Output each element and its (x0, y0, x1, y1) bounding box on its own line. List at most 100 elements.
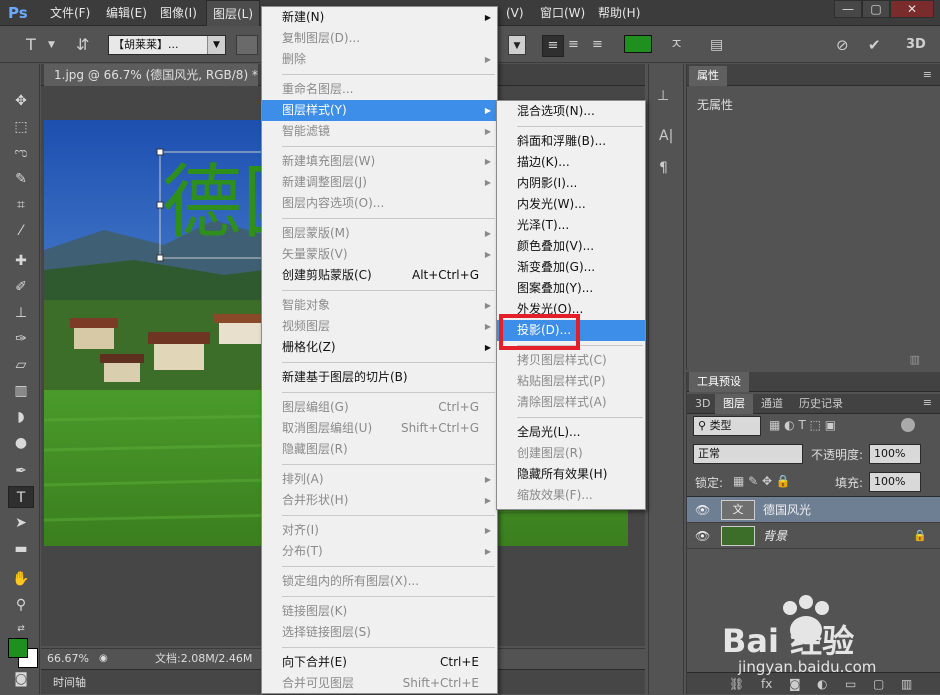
tab-3d[interactable]: 3D (687, 394, 718, 414)
marquee-tool-icon[interactable]: ⬚ (8, 116, 34, 138)
stamp-panel-icon[interactable]: ⊥ (657, 88, 669, 104)
layer-name[interactable]: 德国风光 (763, 497, 811, 523)
zoom-tool-icon[interactable]: ⚲ (8, 594, 34, 616)
tool-preset-chevron-icon[interactable]: ▼ (48, 35, 55, 55)
cancel-icon[interactable]: ⊘ (836, 35, 849, 55)
layer-menu-item[interactable]: 重命名图层... (262, 79, 497, 100)
tab-layers[interactable]: 图层 (715, 394, 753, 414)
tab-channels[interactable]: 通道 (753, 394, 791, 414)
style-menu-item[interactable]: 内阴影(I)... (497, 173, 645, 194)
panel-menu-icon[interactable]: ≡ (923, 396, 932, 409)
layer-filter-select[interactable]: ⚲ 类型 (693, 416, 761, 436)
align-center-icon[interactable]: ≡ (568, 35, 579, 55)
tab-properties[interactable]: 属性 (689, 66, 727, 86)
layer-menu-item[interactable]: 选择链接图层(S) (262, 622, 497, 643)
layer-menu-item[interactable]: 图层蒙版(M) ▶ (262, 223, 497, 244)
panel-menu-icon[interactable]: ≡ (923, 68, 932, 81)
eraser-tool-icon[interactable]: ▱ (8, 354, 34, 376)
style-menu-item[interactable]: 斜面和浮雕(B)... (497, 131, 645, 152)
gradient-tool-icon[interactable]: ▥ (8, 380, 34, 402)
eyedropper-tool-icon[interactable]: ⁄ (8, 220, 34, 242)
3d-mode-icon[interactable]: 3D (906, 35, 926, 55)
crop-tool-icon[interactable]: ⌗ (8, 194, 34, 216)
warp-text-icon[interactable]: ㅈ (670, 35, 683, 55)
layer-menu-item[interactable]: 新建基于图层的切片(B) (262, 367, 497, 388)
eye-icon[interactable]: 👁 (695, 497, 710, 523)
healing-brush-tool-icon[interactable]: ✚ (8, 250, 34, 272)
style-menu-item[interactable]: 混合选项(N)... (497, 101, 645, 122)
style-menu-item[interactable]: 创建图层(R) (497, 443, 645, 464)
blur-tool-icon[interactable]: ◗ (8, 406, 34, 428)
pen-tool-icon[interactable]: ✒ (8, 460, 34, 482)
layer-menu-item[interactable]: 删除 ▶ (262, 49, 497, 70)
layer-menu-item[interactable]: 智能滤镜 ▶ (262, 121, 497, 142)
dodge-tool-icon[interactable]: ● (8, 432, 34, 454)
quick-select-tool-icon[interactable]: ✎ (8, 168, 34, 190)
layer-menu-item[interactable]: 隐藏图层(R) (262, 439, 497, 460)
layer-menu-item[interactable]: 矢量蒙版(V) ▶ (262, 244, 497, 265)
style-menu-item[interactable]: 全局光(L)... (497, 422, 645, 443)
style-menu-item[interactable]: 描边(K)... (497, 152, 645, 173)
clone-stamp-tool-icon[interactable]: ⊥ (8, 302, 34, 324)
maximize-button[interactable]: ▢ (862, 0, 890, 18)
type-tool-icon[interactable]: T (8, 486, 34, 508)
move-tool-icon[interactable]: ✥ (8, 90, 34, 112)
align-right-icon[interactable]: ≡ (592, 35, 603, 55)
font-family-select[interactable]: 【胡莱莱】... ▼ (108, 35, 226, 55)
layer-menu-item[interactable]: 新建(N) ▶ (262, 7, 497, 28)
quick-mask-icon[interactable]: ◙ (8, 668, 34, 690)
rectangle-tool-icon[interactable]: ▬ (8, 538, 34, 560)
tab-tool-presets[interactable]: 工具预设 (689, 372, 749, 392)
layer-menu-item[interactable]: 向下合并(E) Ctrl+E (262, 652, 497, 673)
panels-toggle-icon[interactable]: ▤ (710, 35, 723, 55)
character-panel-icon[interactable]: A| (659, 128, 673, 144)
tab-history[interactable]: 历史记录 (791, 394, 851, 414)
menu-window[interactable]: 窗口(W) (534, 0, 591, 26)
layer-name[interactable]: 背景 (763, 523, 787, 549)
filter-toggle[interactable] (901, 418, 915, 432)
document-tab[interactable]: 1.jpg @ 66.7% (德国风光, RGB/8) *✕ (44, 64, 276, 86)
path-select-tool-icon[interactable]: ➤ (8, 512, 34, 534)
menu-view[interactable]: (V) (500, 0, 530, 26)
layer-menu-item[interactable]: 合并可见图层 Shift+Ctrl+E (262, 673, 497, 693)
style-menu-item[interactable]: 拷贝图层样式(C) (497, 350, 645, 371)
style-menu-item[interactable]: 图案叠加(Y)... (497, 278, 645, 299)
layer-menu-item[interactable]: 新建调整图层(J) ▶ (262, 172, 497, 193)
font-style-select[interactable] (236, 35, 258, 55)
minimize-button[interactable]: — (834, 0, 862, 18)
layer-row-background[interactable]: 👁 背景 🔒 (687, 523, 940, 549)
layer-menu-item[interactable]: 复制图层(D)... (262, 28, 497, 49)
layer-menu-item[interactable]: 创建剪贴蒙版(C) Alt+Ctrl+G (262, 265, 497, 286)
filter-pixel-icon[interactable]: ▦ ◐ T ⬚ ▣ (769, 418, 836, 432)
style-menu-item[interactable]: 缩放效果(F)... (497, 485, 645, 506)
lock-icons[interactable]: ▦ ✎ ✥ 🔒 (733, 474, 791, 488)
lasso-tool-icon[interactable]: ಌ (8, 142, 34, 164)
text-tool-icon[interactable]: T (26, 35, 36, 55)
eye-icon[interactable]: 👁 (695, 523, 710, 549)
layer-menu-item[interactable]: 图层样式(Y) ▶ (262, 100, 497, 121)
layer-menu-item[interactable]: 新建填充图层(W) ▶ (262, 151, 497, 172)
layer-menu-item[interactable]: 链接图层(K) (262, 601, 497, 622)
menu-edit[interactable]: 编辑(E) (100, 0, 153, 26)
menu-help[interactable]: 帮助(H) (592, 0, 646, 26)
layer-menu-item[interactable]: 合并形状(H) ▶ (262, 490, 497, 511)
menu-image[interactable]: 图像(I) (154, 0, 203, 26)
hand-tool-icon[interactable]: ✋ (8, 568, 34, 590)
style-menu-item[interactable]: 隐藏所有效果(H) (497, 464, 645, 485)
menu-file[interactable]: 文件(F) (44, 0, 96, 26)
swap-colors-icon[interactable]: ⇄ (8, 618, 34, 640)
foreground-color-swatch[interactable] (8, 638, 28, 658)
style-menu-item[interactable]: 清除图层样式(A) (497, 392, 645, 413)
opacity-input[interactable]: 100% (869, 444, 921, 464)
layer-menu-item[interactable]: 对齐(I) ▶ (262, 520, 497, 541)
status-menu-icon[interactable]: ◉ (99, 649, 108, 669)
layer-menu-item[interactable]: 栅格化(Z) ▶ (262, 337, 497, 358)
history-brush-tool-icon[interactable]: ✑ (8, 328, 34, 350)
blend-mode-select[interactable]: 正常 (693, 444, 803, 464)
align-left-icon[interactable]: ≡ (542, 35, 564, 57)
style-menu-item[interactable]: 内发光(W)... (497, 194, 645, 215)
style-menu-item[interactable]: 渐变叠加(G)... (497, 257, 645, 278)
layer-menu-item[interactable]: 智能对象 ▶ (262, 295, 497, 316)
menu-layer[interactable]: 图层(L) (206, 0, 261, 26)
text-color-swatch[interactable] (624, 35, 652, 53)
